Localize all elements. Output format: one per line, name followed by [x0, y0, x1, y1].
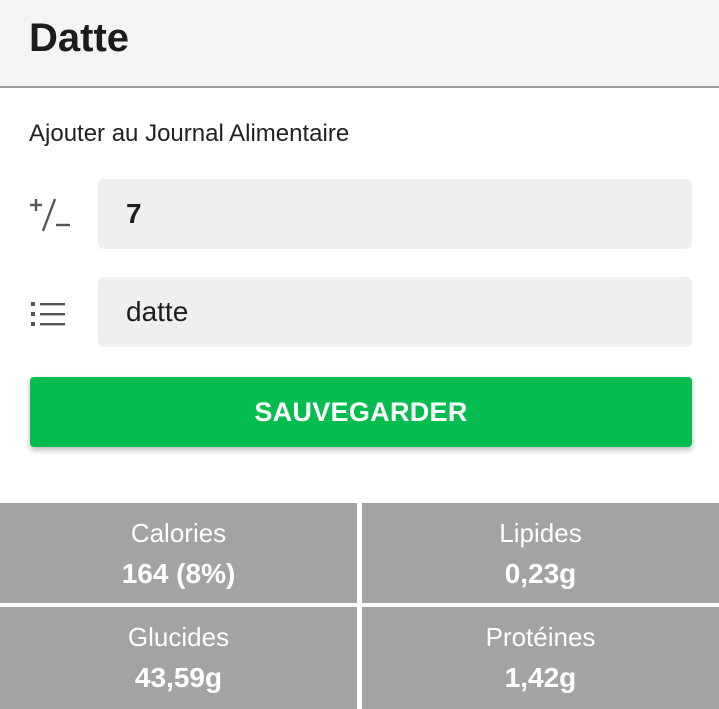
quantity-input[interactable]: 7: [98, 179, 692, 249]
nutrition-label: Calories: [130, 518, 227, 548]
nutrition-summary: Calories 164 (8%) Lipides 0,23g Glucides…: [0, 503, 719, 709]
section-title: Ajouter au Journal Alimentaire: [29, 120, 350, 147]
nutrition-value: 43,59g: [134, 662, 223, 693]
page-title: Datte: [29, 16, 130, 60]
plus-minus-icon: [28, 194, 74, 234]
list-icon: [28, 294, 74, 334]
nutrition-label: Protéines: [485, 622, 596, 652]
nutrition-label: Lipides: [499, 518, 582, 548]
nutrition-value: 164 (8%): [121, 558, 236, 589]
nutrition-value: 0,23g: [504, 558, 577, 589]
nutrition-label: Glucides: [127, 622, 230, 652]
app-header: Datte: [0, 0, 719, 88]
nutrition-cell-calories: Calories 164 (8%): [0, 503, 357, 603]
save-button[interactable]: SAUVEGARDER: [30, 377, 692, 447]
food-name-input[interactable]: datte: [98, 277, 692, 347]
nutrition-cell-glucides: Glucides 43,59g: [0, 607, 357, 709]
nutrition-value: 1,42g: [504, 662, 577, 693]
nutrition-cell-lipides: Lipides 0,23g: [362, 503, 719, 603]
nutrition-cell-proteines: Protéines 1,42g: [362, 607, 719, 709]
